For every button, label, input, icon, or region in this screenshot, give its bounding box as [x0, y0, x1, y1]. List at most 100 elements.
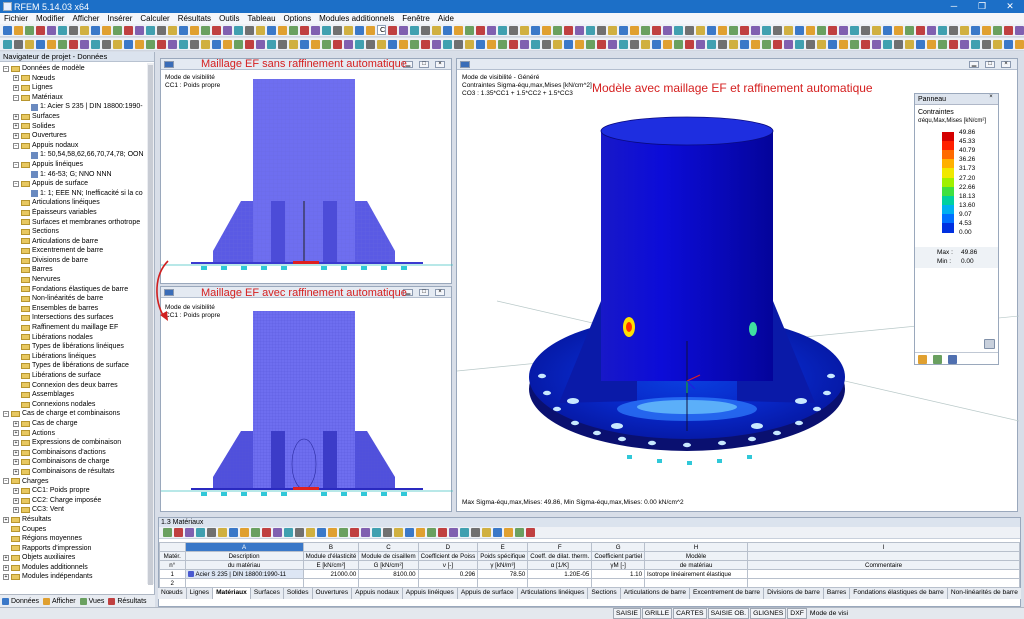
toolbar-icon[interactable]: [421, 39, 430, 49]
table-cell[interactable]: [302, 578, 360, 588]
table-toolbar-icon[interactable]: [394, 528, 403, 537]
toolbar-icon[interactable]: [949, 39, 958, 49]
menu-item[interactable]: Outils: [215, 14, 243, 23]
toolbar-icon[interactable]: [795, 25, 804, 35]
toolbar-icon[interactable]: [905, 25, 914, 35]
toolbar-icon[interactable]: [784, 39, 793, 49]
column-letter[interactable]: C: [358, 542, 419, 552]
expand-icon[interactable]: −: [13, 180, 19, 187]
toolbar-icon[interactable]: [663, 25, 672, 35]
table-toolbar-icon[interactable]: [515, 528, 524, 537]
table-tab[interactable]: Ouvertures: [313, 588, 353, 599]
tree-item[interactable]: Libérations linéiques: [0, 352, 147, 362]
toolbar-icon[interactable]: [872, 25, 881, 35]
toolbar-icon[interactable]: [146, 25, 155, 35]
column-letter[interactable]: E: [477, 542, 529, 552]
table-tab[interactable]: Articulations de barre: [621, 588, 691, 599]
toolbar-icon[interactable]: [487, 39, 496, 49]
view-maximize-button[interactable]: □: [985, 61, 995, 68]
toolbar-icon[interactable]: [443, 25, 452, 35]
navigator-tab[interactable]: Résultats: [108, 597, 147, 605]
toolbar-icon[interactable]: [256, 25, 265, 35]
toolbar-icon[interactable]: [553, 39, 562, 49]
view-window-bottom-left[interactable]: ▁ □ × Mode de visibilité CC1 : Poids pro…: [160, 286, 453, 512]
toolbar-icon[interactable]: [3, 39, 12, 49]
toolbar-icon[interactable]: [619, 25, 628, 35]
expand-icon[interactable]: +: [13, 459, 19, 466]
tree-item[interactable]: Non-linéarités de barre: [0, 294, 147, 304]
toolbar-icon[interactable]: [190, 25, 199, 35]
table-cell[interactable]: [184, 578, 304, 588]
toolbar-icon[interactable]: [751, 25, 760, 35]
toolbar-icon[interactable]: [377, 39, 386, 49]
toolbar-icon[interactable]: [872, 39, 881, 49]
toolbar-icon[interactable]: [355, 39, 364, 49]
toolbar-icon[interactable]: [1004, 25, 1013, 35]
expand-icon[interactable]: −: [13, 94, 19, 101]
toolbar-icon[interactable]: [179, 39, 188, 49]
toolbar-icon[interactable]: [300, 39, 309, 49]
tree-item[interactable]: − Charges: [0, 477, 147, 487]
toolbar-icon[interactable]: [91, 39, 100, 49]
view-window-top-left[interactable]: ▁ □ × Mode de visibilité CC1 : Poids pro…: [160, 58, 453, 284]
toolbar-icon[interactable]: [564, 25, 573, 35]
toolbar-icon[interactable]: [773, 39, 782, 49]
table-toolbar-icon[interactable]: [449, 528, 458, 537]
tree-item[interactable]: Assemblages: [0, 390, 147, 400]
table-cell[interactable]: [477, 578, 529, 588]
expand-icon[interactable]: −: [3, 411, 9, 418]
tree-item[interactable]: − Cas de charge et combinaisons: [0, 409, 147, 419]
toolbar-icon[interactable]: [707, 25, 716, 35]
table-toolbar-icon[interactable]: [383, 528, 392, 537]
toolbar-icon[interactable]: [179, 25, 188, 35]
table-tab[interactable]: Appuis de surface: [458, 588, 518, 599]
menu-item[interactable]: Options: [280, 14, 316, 23]
toolbar-icon[interactable]: [542, 39, 551, 49]
table-toolbar-icon[interactable]: [262, 528, 271, 537]
toolbar-icon[interactable]: [839, 25, 848, 35]
toolbar-icon[interactable]: [432, 25, 441, 35]
tree-item[interactable]: Libérations de surface: [0, 371, 147, 381]
menu-item[interactable]: Modifier: [32, 14, 68, 23]
expand-icon[interactable]: +: [13, 487, 19, 494]
table-cell[interactable]: [417, 578, 479, 588]
tree-item[interactable]: Ensembles de barres: [0, 304, 147, 314]
tree-item[interactable]: + Ouvertures: [0, 131, 147, 141]
menu-item[interactable]: Calculer: [136, 14, 173, 23]
expand-icon[interactable]: +: [13, 420, 19, 427]
tree-item[interactable]: + Lignes: [0, 83, 147, 93]
navigator-tab[interactable]: Vues: [79, 597, 104, 605]
toolbar-icon[interactable]: [487, 25, 496, 35]
navigator-tab[interactable]: Afficher: [43, 597, 76, 605]
toolbar-icon[interactable]: [630, 39, 639, 49]
toolbar-icon[interactable]: [916, 39, 925, 49]
toolbar-icon[interactable]: [729, 25, 738, 35]
toolbar-icon[interactable]: [223, 39, 232, 49]
toolbar-icon[interactable]: [883, 25, 892, 35]
toolbar-icon[interactable]: [806, 25, 815, 35]
toolbar-icon[interactable]: [564, 39, 573, 49]
toolbar-icon[interactable]: [718, 39, 727, 49]
tree-item[interactable]: Fondations élastiques de barre: [0, 285, 147, 295]
tree-item[interactable]: Épaisseurs variables: [0, 208, 147, 218]
view-maximize-button[interactable]: □: [419, 289, 429, 296]
toolbar-icon[interactable]: [443, 39, 452, 49]
view-close-button[interactable]: ×: [435, 289, 445, 296]
tree-item[interactable]: + Surfaces: [0, 112, 147, 122]
expand-icon[interactable]: +: [13, 132, 19, 139]
table-toolbar-icon[interactable]: [526, 528, 535, 537]
toolbar-icon[interactable]: [674, 39, 683, 49]
table-tab[interactable]: Nœuds: [158, 588, 187, 599]
tree-item[interactable]: + Actions: [0, 429, 147, 439]
toolbar-icon[interactable]: [696, 39, 705, 49]
status-toggle[interactable]: GLIGNES: [750, 608, 787, 619]
toolbar-icon[interactable]: [817, 25, 826, 35]
table-tab[interactable]: Sections: [588, 588, 621, 599]
toolbar-icon[interactable]: [3, 25, 12, 35]
navigator-tab[interactable]: Données: [2, 597, 39, 605]
minimize-button[interactable]: ─: [940, 0, 968, 13]
tree-item[interactable]: + Combinaisons de résultats: [0, 467, 147, 477]
toolbar-icon[interactable]: [586, 39, 595, 49]
toolbar-icon[interactable]: [817, 39, 826, 49]
toolbar-icon[interactable]: [388, 25, 397, 35]
